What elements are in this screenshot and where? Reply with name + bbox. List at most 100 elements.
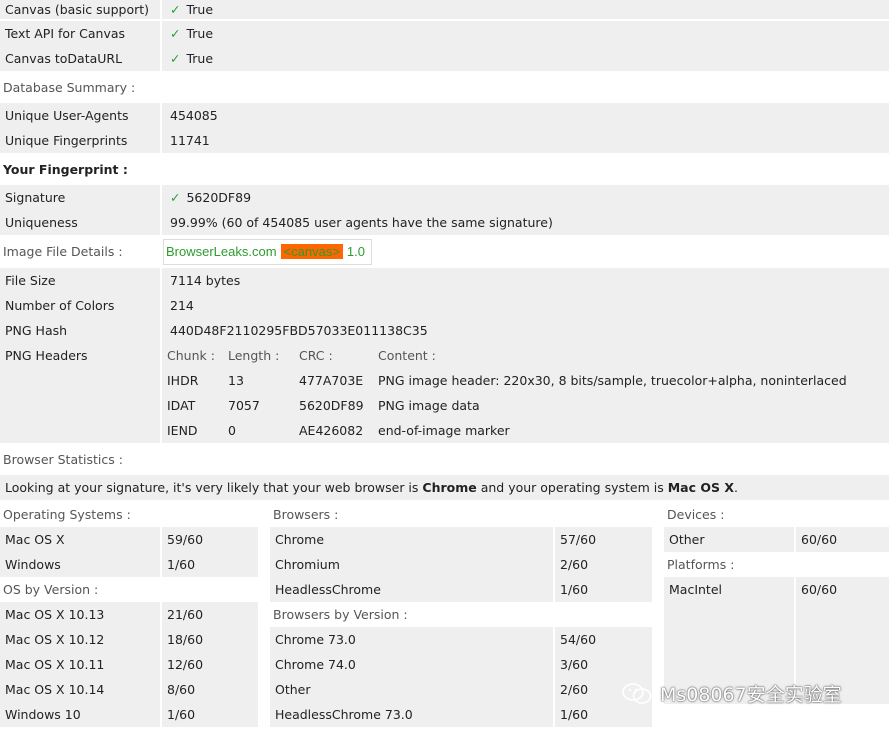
row-label: Canvas (basic support)	[5, 2, 150, 17]
canvas-todataurl-row: Canvas toDataURL ✓ True	[0, 46, 889, 71]
sentence-part: and your operating system is	[480, 480, 664, 495]
list-item: Chromium 2/60	[270, 552, 652, 577]
list-item: MacIntel 60/60	[664, 577, 889, 602]
wechat-icon	[622, 682, 652, 704]
item-label: Chrome 73.0	[275, 632, 356, 647]
item-label: HeadlessChrome 73.0	[275, 707, 413, 722]
table-row: IDAT 7057 5620DF89 PNG image data	[162, 393, 889, 418]
fingerprint-title: Your Fingerprint :	[3, 161, 128, 177]
checkmark-icon: ✓	[170, 26, 181, 41]
item-label: Chrome 74.0	[275, 657, 356, 672]
list-item: Windows 1/60	[0, 552, 258, 577]
row-value: True	[186, 51, 214, 66]
item-label: Mac OS X 10.13	[5, 607, 105, 622]
os-by-version-title: OS by Version :	[3, 582, 99, 597]
row-label: Text API for Canvas	[5, 26, 126, 41]
operating-systems-title: Operating Systems :	[3, 507, 131, 522]
list-item: Windows 10 1/60	[0, 702, 258, 727]
number-of-colors-row: Number of Colors 214	[0, 293, 889, 318]
row-label: Canvas toDataURL	[5, 51, 123, 66]
database-summary-title: Database Summary :	[3, 79, 136, 95]
row-value: 214	[160, 293, 889, 318]
checkmark-icon: ✓	[170, 190, 181, 205]
uniqueness-row: Uniqueness 99.99% (60 of 454085 user age…	[0, 210, 889, 235]
file-size-row: File Size 7114 bytes	[0, 268, 889, 293]
likely-browser: Chrome	[422, 480, 477, 495]
canvas-text-api-row: Text API for Canvas ✓ True	[0, 21, 889, 46]
image-details-header: Image File Details : BrowserLeaks.com <c…	[0, 235, 889, 268]
chunk-cell: IDAT	[167, 398, 196, 413]
list-item: Mac OS X 59/60	[0, 527, 258, 552]
sentence-part: Looking at your signature, it's very lik…	[5, 480, 419, 495]
list-item: Chrome 73.0 54/60	[270, 627, 652, 652]
browsers-column: Browsers : Chrome 57/60 Chromium 2/60 Head…	[270, 502, 652, 727]
list-item: Chrome 74.0 3/60	[270, 652, 652, 677]
item-value: 57/60	[553, 527, 652, 552]
table-row: IHDR 13 477A703E PNG image header: 220x3…	[162, 368, 889, 393]
unique-fingerprints-row: Unique Fingerprints 11741	[0, 128, 889, 153]
list-item: Mac OS X 10.13 21/60	[0, 602, 258, 627]
content-cell: PNG image data	[378, 398, 480, 413]
devices-column: Devices : Other 60/60 Platforms : MacInte…	[664, 502, 889, 704]
row-label: Signature	[5, 190, 66, 205]
length-cell: 13	[228, 373, 244, 388]
canvas-fingerprint-image: BrowserLeaks.com <canvas> 1.0	[163, 238, 372, 265]
item-value: 18/60	[160, 627, 258, 652]
browsers-title: Browsers :	[273, 507, 339, 522]
item-value: 2/60	[553, 552, 652, 577]
canvas-support-section: Canvas (basic support) ✓ True Text API fo…	[0, 0, 889, 71]
unique-user-agents-row: Unique User-Agents 454085	[0, 103, 889, 128]
checkmark-icon: ✓	[170, 51, 181, 66]
item-value: 60/60	[794, 577, 889, 602]
item-value: 60/60	[794, 527, 889, 552]
item-value: 1/60	[160, 702, 258, 727]
signature-row: Signature ✓ 5620DF89	[0, 185, 889, 210]
item-value: 21/60	[160, 602, 258, 627]
watermark-text: Ms08067安全实验室	[660, 684, 842, 706]
list-item: Mac OS X 10.11 12/60	[0, 652, 258, 677]
canvas-image-tag: <canvas>	[280, 244, 343, 259]
column-header: Length :	[228, 348, 280, 363]
row-label: Uniqueness	[5, 215, 78, 230]
length-cell: 7057	[228, 398, 260, 413]
canvas-basic-row: Canvas (basic support) ✓ True	[0, 0, 889, 19]
row-value: True	[186, 2, 214, 17]
png-headers-row: PNG Headers Chunk : Length : CRC : Conte…	[0, 343, 889, 443]
chunk-cell: IEND	[167, 423, 198, 438]
row-value: 11741	[160, 128, 889, 153]
item-value: 1/60	[160, 552, 258, 577]
browser-statistics-title: Browser Statistics :	[3, 451, 123, 467]
png-headers-header-row: Chunk : Length : CRC : Content :	[162, 343, 889, 368]
item-label: Mac OS X	[5, 532, 65, 547]
content-cell: end-of-image marker	[378, 423, 510, 438]
canvas-image-version: 1.0	[346, 244, 365, 259]
sentence-part: .	[733, 480, 738, 495]
list-item: Mac OS X 10.14 8/60	[0, 677, 258, 702]
watermark: Ms08067安全实验室	[622, 680, 842, 707]
browser-statistics-sentence: Looking at your signature, it's very lik…	[0, 475, 889, 500]
item-value: 8/60	[160, 677, 258, 702]
list-item: Chrome 57/60	[270, 527, 652, 552]
list-item: HeadlessChrome 73.0 1/60	[270, 702, 652, 727]
list-item: Other 60/60	[664, 527, 889, 552]
row-value: True	[186, 26, 214, 41]
item-value: 54/60	[553, 627, 652, 652]
item-label: Windows 10	[5, 707, 81, 722]
crc-cell: 477A703E	[299, 373, 364, 388]
list-item: HeadlessChrome 1/60	[270, 577, 652, 602]
row-label: Unique User-Agents	[5, 108, 129, 123]
png-headers-table: Chunk : Length : CRC : Content : IHDR 13…	[160, 343, 889, 443]
item-label: Mac OS X 10.12	[5, 632, 105, 647]
item-label: Chrome	[275, 532, 325, 547]
os-column: Operating Systems : Mac OS X 59/60 Window…	[0, 502, 258, 727]
column-header: CRC :	[299, 348, 333, 363]
item-label: Other	[275, 682, 311, 697]
crc-cell: AE426082	[299, 423, 364, 438]
list-item: Mac OS X 10.12 18/60	[0, 627, 258, 652]
platforms-title: Platforms :	[667, 557, 735, 572]
item-value: 3/60	[553, 652, 652, 677]
canvas-image-text: BrowserLeaks.com	[166, 244, 277, 259]
uniqueness-value: 99.99% (60 of 454085 user agents have th…	[160, 210, 889, 235]
row-label: Number of Colors	[5, 298, 115, 313]
item-label: MacIntel	[669, 582, 722, 597]
